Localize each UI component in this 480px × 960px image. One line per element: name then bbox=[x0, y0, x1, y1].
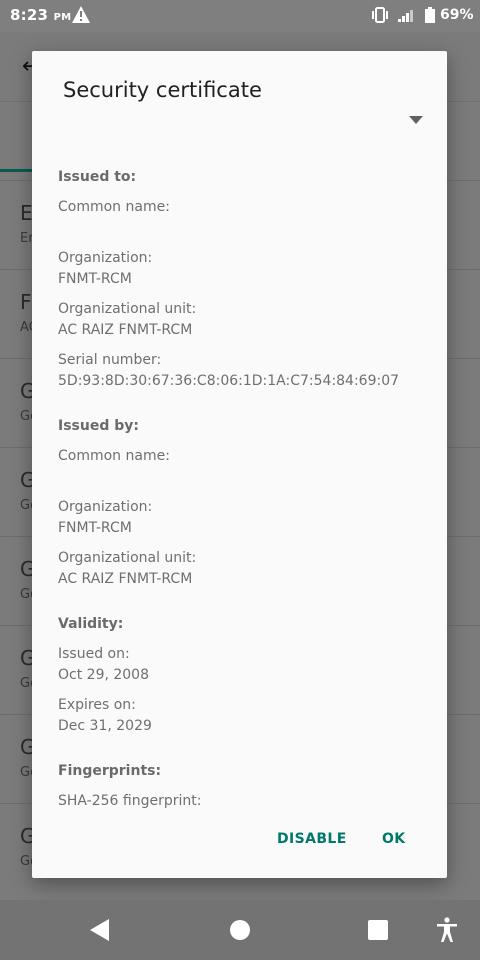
issued-by-org-unit-value: AC RAIZ FNMT-RCM bbox=[58, 571, 193, 587]
nav-recents-icon[interactable] bbox=[368, 920, 388, 940]
issued-by-organization-value: FNMT-RCM bbox=[58, 520, 132, 536]
battery-percentage: 69% bbox=[440, 7, 474, 23]
fingerprints-heading: Fingerprints: bbox=[58, 763, 162, 779]
sha256-fingerprint-label: SHA-256 fingerprint: bbox=[58, 793, 202, 808]
issued-to-org-unit-value: AC RAIZ FNMT-RCM bbox=[58, 322, 193, 338]
nav-home-icon[interactable] bbox=[230, 920, 250, 940]
issued-by-common-name-label: Common name: bbox=[58, 448, 170, 464]
issued-by-org-unit-label: Organizational unit: bbox=[58, 550, 197, 566]
serial-number-value: 5D:93:8D:30:67:36:C8:06:1D:1A:C7:54:84:6… bbox=[58, 373, 400, 389]
expires-on-value: Dec 31, 2029 bbox=[58, 718, 152, 734]
issued-to-common-name-label: Common name: bbox=[58, 199, 170, 215]
issued-to-heading: Issued to: bbox=[58, 169, 137, 185]
issued-to-organization-label: Organization: bbox=[58, 250, 153, 266]
status-time-ampm: PM bbox=[53, 12, 72, 23]
ok-button[interactable]: OK bbox=[382, 831, 406, 847]
status-time: 8:23 PM bbox=[10, 6, 71, 24]
security-certificate-dialog: Security certificate Issued to: Common n… bbox=[32, 51, 447, 878]
validity-heading: Validity: bbox=[58, 616, 124, 632]
dropdown-arrow-icon[interactable] bbox=[409, 116, 423, 124]
status-time-value: 8:23 bbox=[10, 6, 49, 24]
expires-on-label: Expires on: bbox=[58, 697, 136, 713]
accessibility-icon[interactable] bbox=[436, 917, 458, 943]
list-item-title: F bbox=[20, 290, 32, 314]
battery-icon bbox=[425, 7, 435, 23]
navigation-bar bbox=[0, 900, 480, 960]
list-item-title: E bbox=[20, 201, 33, 225]
issued-to-org-unit-label: Organizational unit: bbox=[58, 301, 197, 317]
dialog-actions: DISABLE OK bbox=[32, 831, 447, 855]
disable-button[interactable]: DISABLE bbox=[277, 831, 347, 847]
warning-icon bbox=[72, 6, 90, 23]
issued-to-organization-value: FNMT-RCM bbox=[58, 271, 132, 287]
serial-number-label: Serial number: bbox=[58, 352, 162, 368]
issued-on-value: Oct 29, 2008 bbox=[58, 667, 149, 683]
nav-back-icon[interactable] bbox=[90, 919, 110, 941]
vibrate-icon bbox=[372, 7, 388, 23]
issued-by-organization-label: Organization: bbox=[58, 499, 153, 515]
issued-on-label: Issued on: bbox=[58, 646, 130, 662]
status-bar: 8:23 PM 69% bbox=[0, 0, 480, 32]
certificate-details[interactable]: Issued to: Common name: Organization: FN… bbox=[58, 161, 428, 808]
issued-by-heading: Issued by: bbox=[58, 418, 139, 434]
dialog-title: Security certificate bbox=[63, 78, 262, 102]
signal-icon bbox=[398, 10, 413, 22]
